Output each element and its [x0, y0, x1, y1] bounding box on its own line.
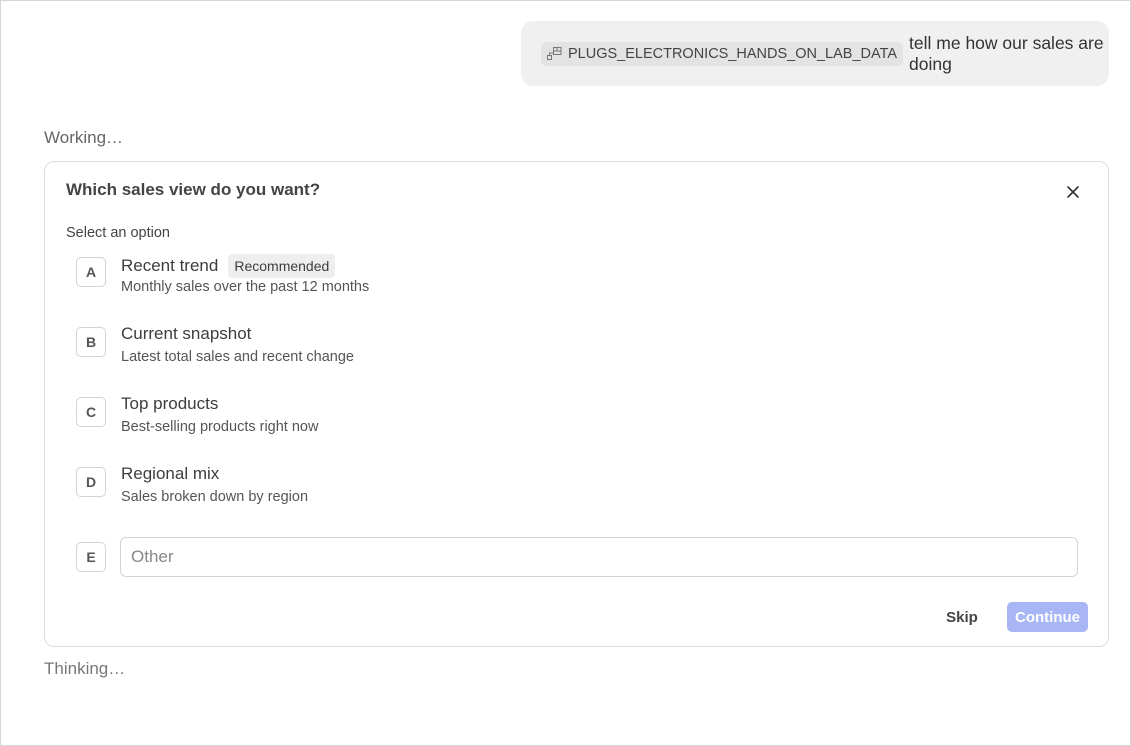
option-description: Best-selling products right now — [121, 419, 319, 435]
other-input[interactable] — [120, 537, 1078, 577]
skip-button[interactable]: Skip — [935, 602, 989, 632]
option-title: Recent trend — [121, 256, 219, 275]
option-key: C — [76, 397, 106, 427]
option-description: Sales broken down by region — [121, 489, 309, 505]
option-title: Regional mix — [121, 464, 220, 483]
data-source-label: PLUGS_ELECTRONICS_HANDS_ON_LAB_DATA — [568, 45, 898, 62]
close-icon — [1067, 185, 1079, 203]
option-description: Latest total sales and recent change — [121, 349, 354, 365]
option-key: B — [76, 327, 106, 357]
option-key: A — [76, 257, 106, 287]
working-status: Working… — [44, 128, 124, 147]
option-title-row: Recent trend Recommended — [121, 254, 336, 278]
option-key: D — [76, 467, 106, 497]
option-b[interactable]: B Current snapshot Latest total sales an… — [76, 324, 1076, 377]
option-c[interactable]: C Top products Best-selling products rig… — [76, 394, 1076, 447]
close-button[interactable] — [1061, 182, 1085, 206]
database-icon — [547, 47, 562, 60]
option-title: Top products — [121, 394, 219, 413]
data-source-chip[interactable]: PLUGS_ELECTRONICS_HANDS_ON_LAB_DATA — [541, 41, 904, 66]
question-card: Which sales view do you want? Select an … — [44, 161, 1109, 647]
option-d[interactable]: D Regional mix Sales broken down by regi… — [76, 464, 1076, 517]
recommended-badge: Recommended — [228, 254, 336, 278]
select-option-label: Select an option — [66, 225, 170, 241]
option-key: E — [76, 542, 106, 572]
option-description: Monthly sales over the past 12 months — [121, 279, 370, 295]
option-a[interactable]: A Recent trend Recommended Monthly sales… — [76, 254, 1076, 307]
question-title: Which sales view do you want? — [66, 180, 321, 199]
continue-button[interactable]: Continue — [1007, 602, 1088, 632]
thinking-status: Thinking… — [44, 659, 126, 678]
option-title: Current snapshot — [121, 324, 252, 343]
user-message-bubble: PLUGS_ELECTRONICS_HANDS_ON_LAB_DATA tell… — [521, 21, 1109, 86]
user-message-text: tell me how our sales are doing — [909, 32, 1104, 74]
